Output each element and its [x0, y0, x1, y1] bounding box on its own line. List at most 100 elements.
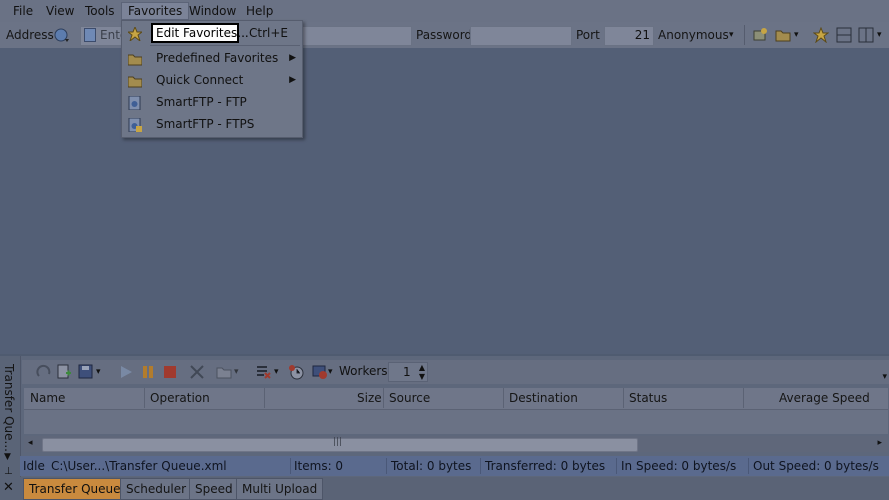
tab-scheduler[interactable]: Scheduler [120, 478, 193, 500]
menu-item-label: Predefined Favorites [156, 51, 279, 65]
menu-item-smartftp-ftp[interactable]: SmartFTP - FTP [122, 91, 302, 113]
open-folder-icon[interactable] [775, 27, 791, 43]
save-icon[interactable] [78, 364, 94, 380]
status-divider [748, 458, 749, 474]
port-label: Port [576, 28, 600, 42]
submenu-arrow-icon: ▶ [289, 53, 296, 63]
horizontal-scrollbar[interactable]: ◂ ||| ▸ [24, 436, 888, 452]
menu-favorites[interactable]: Favorites [120, 2, 190, 20]
play-icon[interactable] [118, 364, 134, 380]
ftps-icon [128, 117, 142, 133]
status-file: C:\User...\Transfer Queue.xml [51, 459, 227, 473]
stop-icon[interactable] [162, 364, 178, 380]
menu-item-edit-favorites[interactable]: Edit Favorites... Ctrl+E [122, 22, 302, 44]
column-header-operation[interactable]: Operation [150, 391, 210, 405]
column-divider[interactable] [383, 388, 384, 408]
column-header-source[interactable]: Source [389, 391, 430, 405]
ftp-icon [128, 95, 142, 111]
star-icon [126, 25, 144, 43]
scroll-right-icon[interactable]: ▸ [877, 438, 882, 448]
column-divider[interactable] [264, 388, 265, 408]
tab-transfer-queue[interactable]: Transfer Queue [23, 478, 127, 500]
menu-item-label: SmartFTP - FTP [156, 95, 247, 109]
menu-view[interactable]: View [40, 3, 80, 19]
menu-item-shortcut: Ctrl+E [249, 26, 288, 40]
queue-grid-body[interactable] [24, 410, 888, 434]
status-total: Total: 0 bytes [391, 459, 472, 473]
column-divider[interactable] [503, 388, 504, 408]
schedule-icon[interactable] [288, 364, 304, 380]
favorites-dropdown: Edit Favorites... Ctrl+E Predefined Favo… [121, 20, 303, 138]
password-input[interactable] [470, 26, 572, 46]
address-input[interactable]: Ente [80, 26, 127, 46]
menu-item-quick-connect[interactable]: Quick Connect ▶ [122, 69, 302, 91]
folder-icon[interactable] [216, 364, 232, 380]
column-header-name[interactable]: Name [30, 391, 65, 405]
toolbar-overflow-icon[interactable]: ▾ [729, 30, 745, 46]
column-header-average-speed[interactable]: Average Speed [779, 391, 870, 405]
transfer-queue-side-tab[interactable]: Transfer Que... ▼ ⊥ ✕ [0, 356, 21, 500]
globe-icon [84, 28, 96, 42]
toolbar-divider [744, 25, 745, 45]
tab-speed[interactable]: Speed [189, 478, 239, 500]
username-input[interactable] [302, 26, 412, 46]
split-horizontal-icon[interactable] [836, 27, 852, 43]
queue-toolbar: ▾ ▾ ▾ ▾ Workers 1 ▲ ▼ ▾ [22, 360, 889, 384]
menu-help[interactable]: Help [240, 3, 279, 19]
column-header-destination[interactable]: Destination [509, 391, 578, 405]
column-divider[interactable] [144, 388, 145, 408]
connect-icon[interactable] [752, 27, 768, 43]
status-state: Idle [23, 459, 45, 473]
clear-list-icon[interactable] [256, 364, 272, 380]
bottom-tab-strip: Transfer Queue Scheduler Speed Multi Upl… [20, 477, 889, 500]
workers-value: 1 [403, 365, 411, 379]
status-divider [616, 458, 617, 474]
pin-icon[interactable]: ⊥ [4, 466, 13, 477]
chevron-down-icon[interactable]: ▾ [96, 367, 112, 383]
menu-bar: File View Tools Favorites Window Help [0, 0, 889, 22]
folder-icon [127, 51, 143, 66]
menu-item-predefined-favorites[interactable]: Predefined Favorites ▶ [122, 47, 302, 69]
chevron-down-icon[interactable]: ▾ [234, 367, 250, 383]
menu-tools[interactable]: Tools [79, 3, 121, 19]
toolbar-overflow-icon[interactable]: ▾ [882, 372, 887, 382]
tab-multi-upload[interactable]: Multi Upload [236, 478, 324, 500]
menu-item-label: SmartFTP - FTPS [156, 117, 255, 131]
scroll-left-icon[interactable]: ◂ [28, 438, 33, 448]
menu-window[interactable]: Window [183, 3, 242, 19]
delete-icon[interactable] [189, 364, 205, 380]
side-tab-chevron-icon[interactable]: ▼ [4, 452, 11, 462]
status-transferred: Transferred: 0 bytes [485, 459, 606, 473]
star-icon[interactable] [812, 26, 830, 44]
menu-file[interactable]: File [7, 3, 39, 19]
stepper-arrows-icon[interactable]: ▲ ▼ [419, 363, 425, 381]
queue-grid-header: Name Operation Size Source Destination S… [24, 388, 888, 410]
status-divider [480, 458, 481, 474]
close-icon[interactable]: ✕ [3, 480, 14, 495]
status-items: Items: 0 [294, 459, 344, 473]
workers-stepper[interactable]: 1 ▲ ▼ [388, 362, 428, 382]
menu-separator [150, 45, 300, 46]
anonymous-checkbox-label[interactable]: Anonymous [658, 28, 729, 42]
queue-status-bar: Idle C:\User...\Transfer Queue.xml Items… [20, 456, 889, 476]
pause-icon[interactable] [140, 364, 156, 380]
chevron-down-icon[interactable]: ▾ [794, 30, 810, 46]
globe-dropdown-icon[interactable] [54, 28, 70, 44]
refresh-icon[interactable] [36, 364, 52, 380]
menu-item-smartftp-ftps[interactable]: SmartFTP - FTPS [122, 113, 302, 135]
grip-icon: ||| [333, 437, 343, 447]
status-divider [290, 458, 291, 474]
column-header-status[interactable]: Status [629, 391, 667, 405]
column-divider[interactable] [623, 388, 624, 408]
toolbar-overflow-right-icon[interactable]: ▾ [877, 30, 889, 46]
status-in-speed: In Speed: 0 bytes/s [621, 459, 737, 473]
split-vertical-icon[interactable] [858, 27, 874, 43]
column-header-size[interactable]: Size [357, 391, 382, 405]
port-value: 21 [634, 28, 650, 42]
queue-options-icon[interactable] [312, 364, 328, 380]
scrollbar-thumb[interactable]: ||| [42, 437, 638, 452]
add-file-icon[interactable] [56, 364, 72, 380]
port-input[interactable]: 21 [604, 26, 654, 46]
column-divider[interactable] [743, 388, 744, 408]
status-out-speed: Out Speed: 0 bytes/s [753, 459, 879, 473]
